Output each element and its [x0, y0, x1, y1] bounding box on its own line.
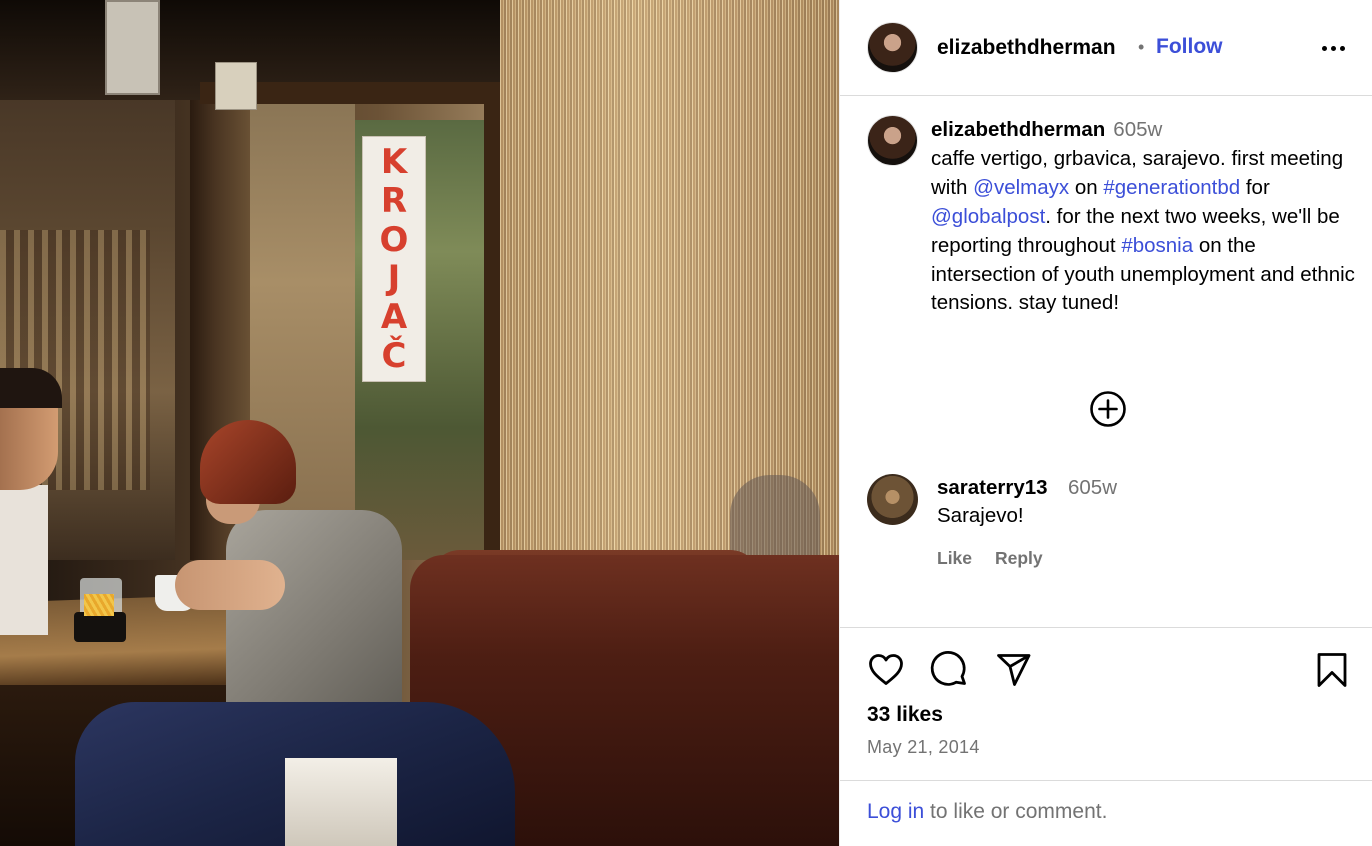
commenter-avatar[interactable] [867, 474, 918, 525]
comment-icon[interactable] [930, 650, 970, 690]
caption-avatar[interactable] [867, 115, 918, 166]
photo-woman-shirt [226, 510, 402, 720]
actions-divider [840, 627, 1372, 628]
likes-count[interactable]: 33 likes [867, 703, 943, 727]
login-link[interactable]: Log in [867, 800, 924, 823]
author-username[interactable]: elizabethdherman [937, 36, 1116, 60]
caption-timestamp[interactable]: 605w [1113, 118, 1162, 141]
more-dot [1339, 45, 1345, 51]
caption-text: on [1069, 175, 1104, 199]
post-side-panel: elizabethdherman • Follow elizabethdherm… [839, 0, 1372, 846]
post-photo[interactable]: K R O J A Č [0, 0, 839, 846]
comment-reply-button[interactable]: Reply [995, 548, 1043, 569]
more-dot [1330, 45, 1336, 51]
comment-text: Sarajevo! [937, 504, 1024, 527]
caption-username[interactable]: elizabethdherman [931, 118, 1105, 141]
login-prompt-text: to like or comment. [924, 800, 1108, 823]
photo-napkin-box [285, 758, 397, 846]
photo-woman-arm [175, 560, 285, 610]
bookmark-icon[interactable] [1312, 650, 1352, 690]
mention-link[interactable]: @globalpost [931, 205, 1045, 228]
login-divider [840, 780, 1372, 781]
sign-letter: A [380, 296, 408, 337]
caption: elizabethdherman 605w caffe vertigo, grba… [931, 116, 1356, 318]
author-avatar[interactable] [867, 22, 918, 73]
more-dot [1321, 45, 1327, 51]
more-horizontal-icon[interactable] [1318, 38, 1348, 58]
photo-wall-box [215, 62, 257, 110]
caption-text: for [1240, 175, 1270, 199]
post-header: elizabethdherman • Follow [840, 0, 1372, 96]
sign-letter: J [387, 258, 401, 299]
comment-timestamp[interactable]: 605w [1068, 476, 1117, 500]
sign-letter: K [380, 142, 408, 183]
share-icon[interactable] [994, 650, 1034, 690]
sign-letter: R [380, 180, 408, 221]
sign-letter: Č [381, 335, 407, 376]
mention-link[interactable]: @velmayx [973, 176, 1069, 199]
load-more-comments-icon[interactable] [1089, 390, 1127, 428]
photo-sign-krojac: K R O J A Č [362, 136, 426, 382]
sign-letter: O [379, 219, 409, 260]
commenter-username[interactable]: saraterry13 [937, 476, 1048, 500]
post-date[interactable]: May 21, 2014 [867, 737, 980, 758]
photo-air-conditioner [105, 0, 160, 95]
follow-button[interactable]: Follow [1156, 35, 1223, 59]
heart-icon[interactable] [866, 650, 906, 690]
hashtag-link[interactable]: #generationtbd [1103, 176, 1240, 199]
photo-man-shirt [0, 485, 48, 635]
login-prompt: Log in to like or comment. [867, 800, 1107, 824]
photo-fries [74, 594, 126, 642]
header-separator: • [1138, 37, 1145, 57]
hashtag-link[interactable]: #bosnia [1121, 234, 1193, 257]
comment-like-button[interactable]: Like [937, 548, 972, 569]
